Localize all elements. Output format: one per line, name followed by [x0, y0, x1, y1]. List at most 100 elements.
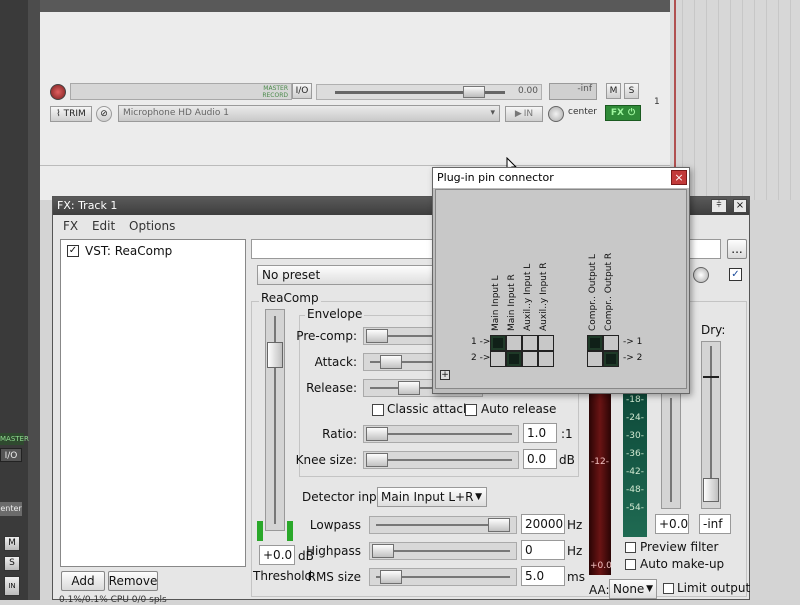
precomp-label: Pre-comp:	[296, 329, 357, 343]
wet-fader[interactable]	[661, 393, 681, 509]
menu-fx[interactable]: FX	[63, 215, 78, 237]
pan-knob[interactable]	[548, 106, 564, 122]
output-row-label: -> 2	[623, 353, 643, 363]
auto-makeup-label: Auto make-up	[640, 557, 725, 571]
volume-slider[interactable]: 0.00	[316, 84, 542, 100]
output-pin-cell[interactable]	[587, 351, 603, 367]
pin-icon[interactable]: ⫩	[711, 199, 727, 213]
bypass-checkbox[interactable]: ✓	[729, 268, 742, 281]
ratio-slider[interactable]	[363, 425, 519, 443]
master-record-tag: MASTER RECORD	[262, 85, 288, 99]
track-divider	[40, 165, 670, 166]
pin-matrix-area: Main Input L Main Input R Auxil..y Input…	[435, 189, 687, 389]
expand-icon[interactable]: +	[440, 370, 450, 380]
auto-release-checkbox[interactable]	[465, 404, 477, 416]
play-icon: ▶	[514, 109, 522, 119]
aa-select[interactable]: None ▼	[609, 579, 657, 599]
gr-scale-label: -36-	[626, 449, 644, 459]
classic-attack-checkbox[interactable]	[372, 404, 384, 416]
highpass-value[interactable]: 0	[521, 540, 565, 560]
pin-cell[interactable]	[490, 335, 506, 351]
threshold-fader-knob[interactable]	[267, 342, 283, 368]
knee-label: Knee size:	[295, 453, 357, 467]
dry-value[interactable]: -inf	[699, 514, 731, 534]
mute-button[interactable]: M	[606, 83, 621, 99]
dry-fader-knob[interactable]	[703, 478, 719, 502]
solo-button[interactable]: S	[624, 83, 639, 99]
pin-cell[interactable]	[522, 335, 538, 351]
pin-cell[interactable]	[506, 351, 522, 367]
knee-slider[interactable]	[363, 451, 519, 469]
left-input-button[interactable]: IN	[4, 576, 20, 596]
fx-button[interactable]: FX ⏻	[605, 105, 641, 121]
limit-output-checkbox[interactable]	[663, 583, 674, 594]
pin-cell[interactable]	[538, 335, 554, 351]
more-options-button[interactable]: ...	[727, 239, 747, 259]
output-pin-cell[interactable]	[603, 351, 619, 367]
left-solo-button[interactable]: S	[4, 556, 20, 571]
pin-cell[interactable]	[490, 351, 506, 367]
lowpass-unit: Hz	[567, 518, 583, 532]
trim-button[interactable]: ⌇ TRIM	[50, 106, 92, 122]
phase-invert-button[interactable]: ⊘	[96, 106, 112, 122]
auto-release-label: Auto release	[481, 402, 557, 416]
gr-scale-label: -30-	[626, 431, 644, 441]
classic-attack-label: Classic attack	[387, 402, 470, 416]
fx-chain-list[interactable]: ✓ VST: ReaComp	[60, 239, 246, 567]
gr-scale-label: -42-	[626, 467, 644, 477]
rms-slider[interactable]	[369, 568, 517, 586]
menu-options[interactable]: Options	[129, 215, 175, 237]
pin-cell[interactable]	[538, 351, 554, 367]
left-mute-button[interactable]: M	[4, 536, 20, 551]
chevron-down-icon: ▼	[475, 492, 482, 502]
record-arm-button[interactable]	[50, 84, 66, 100]
threshold-fader[interactable]	[265, 309, 285, 531]
fx-list-item[interactable]: ✓ VST: ReaComp	[67, 244, 172, 258]
pin-cell[interactable]	[506, 335, 522, 351]
knee-value[interactable]: 0.0	[523, 449, 557, 469]
pan-label: center	[568, 107, 597, 117]
menu-edit[interactable]: Edit	[92, 215, 115, 237]
track-name-field[interactable]: MASTER RECORD	[70, 83, 292, 100]
envelope-title: Envelope	[305, 307, 365, 321]
aa-select-value: None	[613, 582, 645, 596]
fx-enable-checkbox[interactable]: ✓	[67, 245, 79, 257]
highpass-unit: Hz	[567, 544, 583, 558]
output-pin-cell[interactable]	[603, 335, 619, 351]
dry-fader[interactable]	[701, 341, 721, 509]
left-pan-label[interactable]: enter	[0, 502, 22, 516]
output-pin-label: Compr.. Output L	[588, 254, 598, 331]
fx-list-item-label: VST: ReaComp	[85, 244, 173, 258]
io-button[interactable]: I/O	[292, 83, 312, 99]
pin-connector-window: Plug-in pin connector × Main Input L Mai…	[432, 167, 690, 394]
lowpass-slider[interactable]	[369, 516, 517, 534]
detector-select[interactable]: Main Input L+R ▼	[377, 487, 487, 507]
preview-filter-label: Preview filter	[640, 540, 719, 554]
reacomp-title: ReaComp	[259, 291, 321, 305]
dry-label: Dry:	[701, 323, 726, 337]
close-icon[interactable]: ×	[733, 199, 747, 213]
lowpass-value[interactable]: 20000	[521, 514, 565, 534]
output-pin-cell[interactable]	[587, 335, 603, 351]
preview-filter-checkbox[interactable]	[625, 542, 636, 553]
left-io-button[interactable]: I/O	[0, 448, 22, 462]
ratio-value[interactable]: 1.0	[523, 423, 557, 443]
input-pin-label: Auxil..y Input L	[523, 263, 533, 331]
wet-knob[interactable]	[693, 267, 709, 283]
auto-makeup-checkbox[interactable]	[625, 559, 636, 570]
highpass-slider[interactable]	[369, 542, 517, 560]
volume-slider-knob[interactable]	[463, 86, 485, 98]
close-icon[interactable]: ×	[671, 170, 687, 185]
track-number: 1	[654, 97, 660, 107]
master-label: MASTER	[0, 433, 29, 445]
envelope-icon: ⌇	[56, 109, 61, 119]
input-select[interactable]: Microphone HD Audio 1 ▾	[118, 105, 500, 122]
meter-peak-value: +0.0	[590, 561, 612, 571]
wet-value[interactable]: +0.0	[655, 514, 689, 534]
pin-cell[interactable]	[522, 351, 538, 367]
meter-scale-label: -12-	[591, 457, 609, 467]
input-monitor-button[interactable]: ▶ IN	[505, 106, 543, 122]
remove-fx-button[interactable]: Remove	[108, 571, 158, 591]
add-fx-button[interactable]: Add	[61, 571, 105, 591]
rms-value[interactable]: 5.0	[521, 566, 565, 586]
